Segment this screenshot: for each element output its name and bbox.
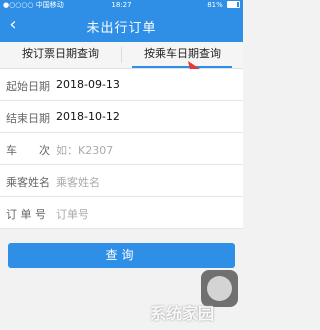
train-number-row: 车 次 如：K2307 (0, 133, 243, 165)
query-button[interactable]: 查询 (8, 243, 235, 268)
nav-bar: ‹ 未出行订单 (0, 10, 243, 42)
status-bar: ●○○○○ 中国移动 18:27 81% (0, 0, 243, 10)
query-form: 起始日期 2018-09-13 结束日期 2018-10-12 车 次 如：K2… (0, 69, 243, 229)
end-date-row[interactable]: 结束日期 2018-10-12 (0, 101, 243, 133)
start-date-value[interactable]: 2018-09-13 (56, 78, 120, 91)
order-number-input[interactable]: 订单号 (56, 206, 89, 222)
page-title: 未出行订单 (86, 21, 157, 36)
order-number-row: 订 单 号 订单号 (0, 197, 243, 229)
battery-percent: 81% (207, 1, 223, 9)
end-date-label: 结束日期 (6, 112, 50, 125)
start-date-label: 起始日期 (6, 80, 50, 93)
battery-indicator: 81% (207, 0, 240, 10)
battery-icon (227, 1, 240, 8)
tab-booking-date[interactable]: 按订票日期查询 (0, 42, 121, 68)
passenger-name-row: 乘客姓名 乘客姓名 (0, 165, 243, 197)
train-number-label: 车 次 (6, 144, 50, 157)
watermark-logo: 系统家园 (150, 304, 215, 323)
passenger-name-input[interactable]: 乘客姓名 (56, 174, 100, 190)
passenger-name-label: 乘客姓名 (6, 176, 50, 189)
order-number-label: 订 单 号 (6, 208, 46, 221)
end-date-value[interactable]: 2018-10-12 (56, 110, 120, 123)
start-date-row[interactable]: 起始日期 2018-09-13 (0, 69, 243, 101)
train-number-input[interactable]: 如：K2307 (56, 142, 113, 158)
